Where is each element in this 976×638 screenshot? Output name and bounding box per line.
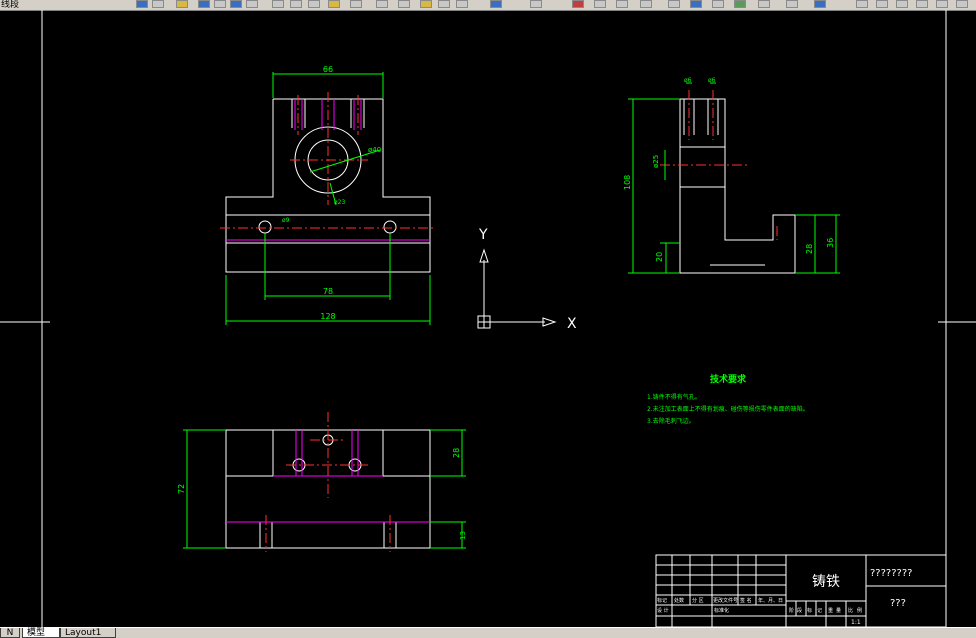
layer-isolate-icon[interactable]: [896, 0, 908, 8]
text-style-icon[interactable]: [668, 0, 680, 8]
title-block-designer: 设 计: [657, 607, 669, 614]
dim-side-right: 36: [826, 238, 835, 248]
cut-icon[interactable]: [272, 0, 284, 8]
redo-icon[interactable]: [376, 0, 388, 8]
title-block-material: 铸铁: [812, 574, 840, 590]
tech-notes-title: 技术要求: [710, 373, 747, 385]
title-block-stage-3: 标: [807, 607, 812, 614]
title-block: 铸铁 ???????? ??? 1:1 标记 处数 分 区 更改文件号 签 名 …: [655, 554, 947, 627]
dim-side-top-left: ø6: [684, 77, 692, 84]
ucs-icon: [477, 248, 557, 329]
paste-icon[interactable]: [308, 0, 320, 8]
pan-icon[interactable]: [398, 0, 410, 8]
dim-top-left: 72: [177, 484, 186, 494]
design-center-icon[interactable]: [530, 0, 542, 8]
title-block-stage-8: 例: [857, 607, 862, 614]
workspace-icon[interactable]: [814, 0, 826, 8]
drawing-frame: [0, 10, 976, 627]
title-block-drawing-no: ???: [890, 598, 906, 609]
title-block-standardize: 标准化: [714, 607, 729, 614]
layer-dropdown[interactable]: 线段: [1, 0, 19, 10]
dim-side-base: 20: [655, 252, 664, 262]
table-icon[interactable]: [786, 0, 798, 8]
dim-style-icon[interactable]: [690, 0, 702, 8]
drawing-canvas[interactable]: 66 ø40 ø23 ø9 78 128 X Y ø6 ø6 ø25 108 2…: [0, 10, 976, 627]
title-block-stage-1: 阶: [789, 607, 794, 614]
layer-properties-icon[interactable]: [856, 0, 868, 8]
front-view: 66 ø40 ø23 ø9 78 128: [220, 65, 436, 325]
title-block-stage-6: 量: [836, 607, 841, 614]
title-block-scale: 1:1: [851, 619, 861, 626]
zoom-window-icon[interactable]: [438, 0, 450, 8]
title-block-label-zone: 分 区: [692, 597, 704, 604]
calculator-icon[interactable]: [616, 0, 628, 8]
title-block-label-sign: 签 名: [740, 597, 752, 604]
multileader-icon[interactable]: [734, 0, 746, 8]
layer-freeze-icon[interactable]: [916, 0, 928, 8]
title-block-label-mark: 标记: [657, 597, 667, 604]
table-style-icon[interactable]: [712, 0, 724, 8]
dim-top-right-upper: 28: [452, 448, 461, 458]
layer-lock-icon[interactable]: [956, 0, 968, 8]
match-icon[interactable]: [328, 0, 340, 8]
zoom-previous-icon[interactable]: [456, 0, 468, 8]
dim-front-small: ø23: [334, 199, 345, 206]
copy-icon[interactable]: [290, 0, 302, 8]
top-view: 72 28 13: [177, 412, 467, 552]
dim-front-inner: 78: [323, 287, 333, 296]
save-icon[interactable]: [230, 0, 242, 8]
title-block-label-date: 年、月、日: [758, 597, 783, 604]
layer-off-icon[interactable]: [936, 0, 948, 8]
dim-side-step: 28: [805, 244, 814, 254]
ucs-y-label: Y: [478, 227, 488, 243]
title-block-stage-7: 比: [848, 607, 853, 614]
print-icon[interactable]: [246, 0, 258, 8]
dim-front-top: 66: [323, 65, 333, 74]
drawing-svg[interactable]: 66 ø40 ø23 ø9 78 128 X Y ø6 ø6 ø25 108 2…: [0, 10, 976, 627]
properties-icon[interactable]: [490, 0, 502, 8]
layer-state-icon[interactable]: [152, 0, 164, 8]
layer-previous-icon[interactable]: [876, 0, 888, 8]
tech-notes-line-1: 1.铸件不得有气孔。: [647, 393, 701, 401]
tech-notes-line-3: 3.去除毛刺飞边。: [647, 417, 695, 425]
dim-front-bottom: 128: [320, 312, 335, 321]
dim-side-top-right: ø6: [708, 77, 716, 84]
tool-palette-icon[interactable]: [572, 0, 584, 8]
title-block-drawing-name: ????????: [870, 568, 912, 579]
dim-side-height: 108: [623, 175, 632, 190]
side-view: ø6 ø6 ø25 108 20 28 36: [623, 77, 840, 274]
dim-top-right-lower: 13: [459, 531, 467, 540]
markup-icon[interactable]: [594, 0, 606, 8]
layout-tabs-bar: N 模型 Layout1: [0, 627, 976, 638]
title-block-label-change: 更改文件号: [713, 597, 738, 604]
dim-linear-icon[interactable]: [640, 0, 652, 8]
match-properties-icon[interactable]: [176, 0, 188, 8]
tech-notes-line-2: 2.未注加工表面上不得有划痕、碰伤等损伤零件表面的缺陷。: [647, 405, 809, 413]
new-icon[interactable]: [198, 0, 210, 8]
layer-icon[interactable]: [136, 0, 148, 8]
title-block-stage-2: 段: [797, 607, 802, 614]
title-block-label-count: 处数: [674, 597, 684, 604]
undo-icon[interactable]: [350, 0, 362, 8]
open-icon[interactable]: [214, 0, 226, 8]
dim-side-bore: ø25: [652, 155, 660, 168]
dim-front-hole: ø40: [368, 146, 381, 154]
technical-notes: 技术要求 1.铸件不得有气孔。 2.未注加工表面上不得有划痕、碰伤等损伤零件表面…: [647, 373, 809, 425]
grid-icon[interactable]: [758, 0, 770, 8]
ucs-x-label: X: [567, 316, 577, 332]
title-block-stage-5: 重: [828, 607, 833, 614]
dim-front-slot: ø9: [282, 217, 290, 224]
zoom-realtime-icon[interactable]: [420, 0, 432, 8]
title-block-stage-4: 记: [817, 607, 822, 614]
